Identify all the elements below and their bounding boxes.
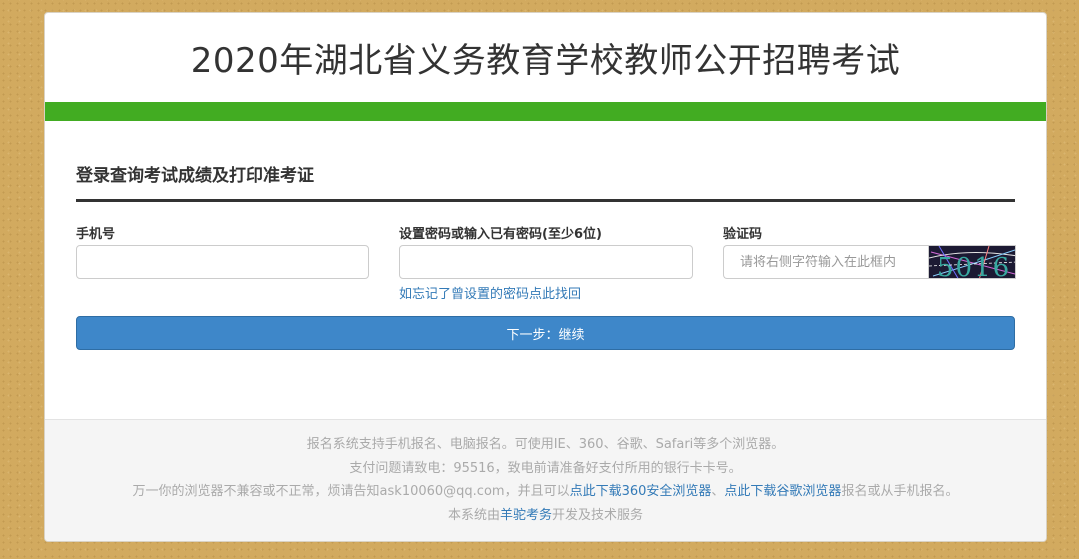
phone-label: 手机号 [76,227,116,242]
password-field-group: 设置密码或输入已有密码(至少6位) 如忘记了曾设置的密码点此找回 [399,223,693,302]
forgot-password-link[interactable]: 如忘记了曾设置的密码点此找回 [399,283,693,302]
next-button[interactable]: 下一步：继续 [76,316,1015,350]
header-accent-bar [45,102,1046,121]
footer-line-payment: 支付问题请致电：95516，致电前请准备好支付所用的银行卡卡号。 [349,460,742,476]
header: 2020年湖北省义务教育学校教师公开招聘考试 [45,13,1046,102]
footer-line-compat: 万一你的浏览器不兼容或不正常，烦请告知ask10060@qq.com，并且可以点… [45,480,1046,504]
section-title: 登录查询考试成绩及打印准考证 [76,166,314,186]
captcha-text: 5016 [937,253,1011,279]
captcha-input[interactable] [723,245,928,279]
page-title: 2020年湖北省义务教育学校教师公开招聘考试 [190,41,901,81]
phone-field-group: 手机号 [76,223,369,279]
download-chrome-link[interactable]: 点此下载谷歌浏览器 [724,484,841,499]
download-360-link[interactable]: 点此下载360安全浏览器 [570,484,712,499]
footer-line-credit: 本系统由羊驼考务开发及技术服务 [45,504,1046,528]
footer-compat-suffix: 报名或从手机报名。 [841,484,959,499]
login-form: 登录查询考试成绩及打印准考证 手机号 设置密码或输入已有密码(至少6位) 如忘记… [45,121,1046,420]
footer-compat-text: 万一你的浏览器不兼容或不正常，烦请告知ask10060@qq.com，并且可以 [132,484,570,499]
phone-input[interactable] [76,245,369,279]
footer-separator: 、 [711,484,725,499]
captcha-field-group: 验证码 5016 [723,223,1016,279]
password-input[interactable] [399,245,693,279]
vendor-link[interactable]: 羊驼考务 [500,508,552,523]
password-label: 设置密码或输入已有密码(至少6位) [399,227,602,242]
footer-line-browsers: 报名系统支持手机报名、电脑报名。可使用IE、360、谷歌、Safari等多个浏览… [306,437,785,452]
captcha-image[interactable]: 5016 [928,245,1016,279]
footer-credit-prefix: 本系统由 [447,507,500,523]
footer-credit-suffix: 开发及技术服务 [552,507,644,523]
section-divider [76,199,1015,202]
main-card: 2020年湖北省义务教育学校教师公开招聘考试 登录查询考试成绩及打印准考证 手机… [44,12,1047,542]
captcha-label: 验证码 [723,227,763,242]
footer: 报名系统支持手机报名、电脑报名。可使用IE、360、谷歌、Safari等多个浏览… [45,419,1046,541]
